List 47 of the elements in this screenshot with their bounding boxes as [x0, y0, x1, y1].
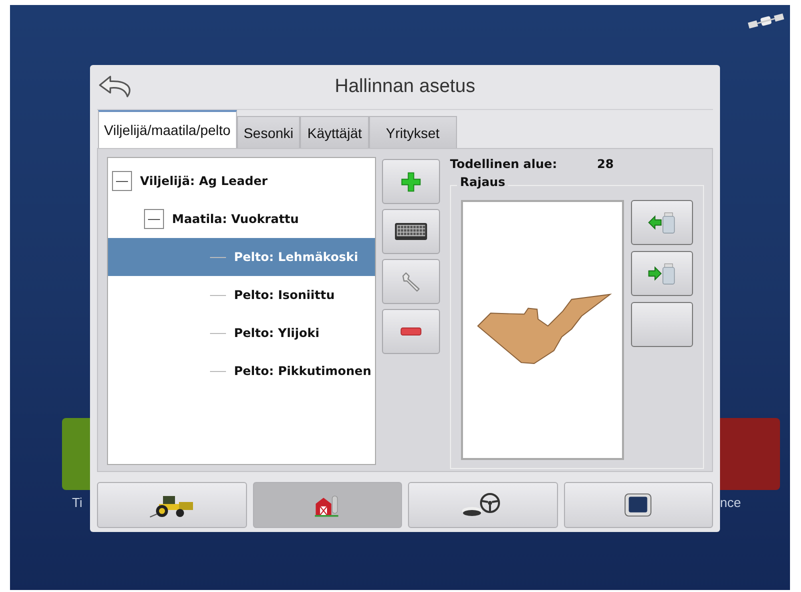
- tree-row[interactable]: Pelto: Pikkutimonen: [108, 352, 375, 390]
- tree-label: Pelto: Isoniittu: [234, 288, 335, 302]
- tree-row[interactable]: Pelto: Lehmäkoski: [108, 238, 375, 276]
- tree-row[interactable]: Pelto: Ylijoki: [108, 314, 375, 352]
- tractor-icon: [149, 496, 193, 518]
- tree-label: Maatila: Vuokrattu: [172, 212, 299, 226]
- window-title: Hallinnan asetus: [334, 76, 476, 98]
- tree-line: [210, 294, 226, 296]
- tree-line: [210, 332, 226, 334]
- tab[interactable]: Sesonki: [236, 116, 300, 148]
- tree-label: Viljelijä: Ag Leader: [140, 174, 268, 188]
- area-label: Todellinen alue:: [450, 157, 557, 171]
- display-icon: [624, 493, 652, 517]
- tree-label: Pelto: Lehmäkoski: [234, 250, 358, 264]
- group-title: Rajaus: [457, 175, 508, 189]
- app-label: nce: [720, 495, 741, 510]
- plus-icon: [400, 170, 422, 192]
- tree-line: [210, 256, 226, 258]
- keyboard-icon: [394, 222, 428, 241]
- collapse-icon[interactable]: [144, 209, 164, 229]
- collapse-icon[interactable]: [112, 171, 132, 191]
- arrow-usb-drive-icon: [647, 262, 677, 285]
- nav-button[interactable]: [408, 482, 558, 528]
- tab[interactable]: Käyttäjät: [300, 116, 369, 148]
- tree-row[interactable]: Viljelijä: Ag Leader: [108, 162, 375, 200]
- tab[interactable]: Viljelijä/maatila/pelto: [98, 110, 237, 148]
- tree-line: [210, 370, 226, 372]
- keyboard-button[interactable]: [382, 209, 440, 254]
- tree-row[interactable]: Maatila: Vuokrattu: [108, 200, 375, 238]
- minus-icon: [400, 327, 422, 336]
- nav-button[interactable]: [564, 482, 713, 528]
- nav-button[interactable]: [97, 482, 246, 528]
- satellite-icon[interactable]: [746, 11, 786, 31]
- barn-icon: [315, 495, 339, 516]
- export-button[interactable]: [631, 251, 693, 296]
- import-button[interactable]: [631, 200, 693, 245]
- arrow-usb-drive-icon: [647, 211, 677, 234]
- tab[interactable]: Yritykset: [368, 116, 457, 148]
- blank-button[interactable]: [631, 302, 693, 347]
- steering-wheel-icon: [462, 493, 500, 516]
- tree-label: Pelto: Ylijoki: [234, 326, 320, 340]
- tree-label: Pelto: Pikkutimonen: [234, 364, 372, 378]
- app-label: Ti: [72, 495, 82, 510]
- area-value: 28: [597, 157, 614, 171]
- add-button[interactable]: [382, 159, 440, 204]
- remove-button[interactable]: [382, 309, 440, 354]
- tree-row[interactable]: Pelto: Isoniittu: [108, 276, 375, 314]
